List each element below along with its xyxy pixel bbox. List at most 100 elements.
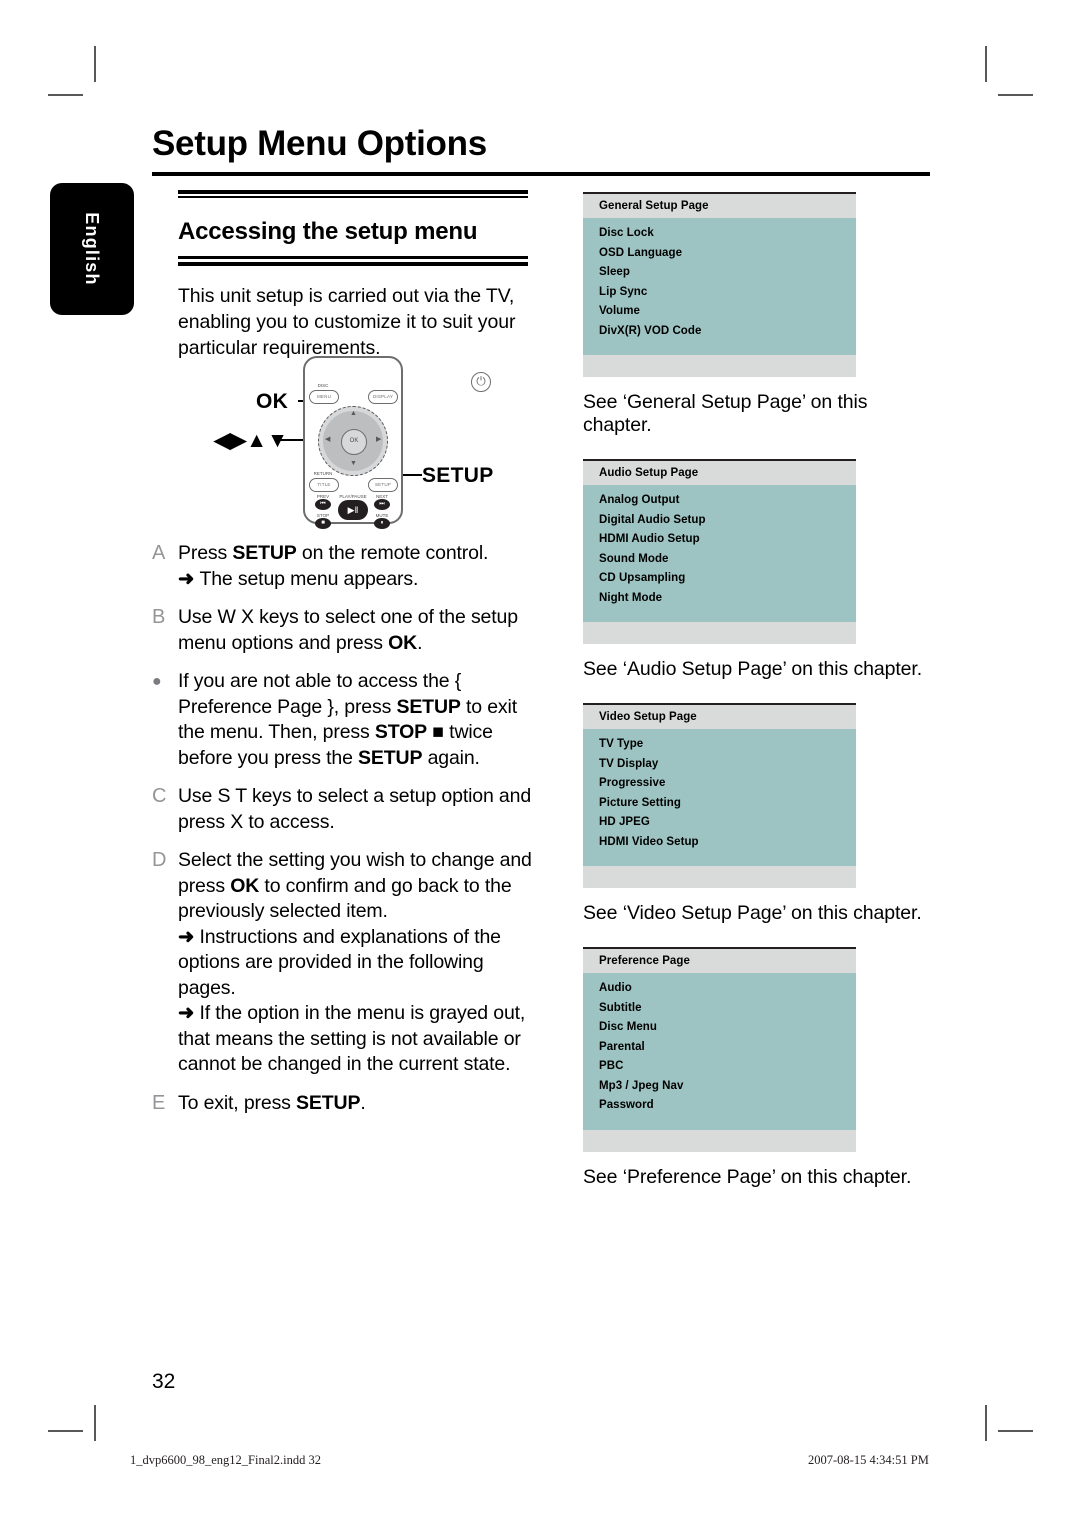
section-heading-rule-bottom [178, 256, 528, 266]
step-marker: B [152, 606, 166, 628]
instruction-step: C Use S T keys to select a setup option a… [152, 784, 532, 835]
page-number: 32 [152, 1370, 176, 1393]
instruction-step: E To exit, press SETUP. [152, 1091, 532, 1117]
instruction-steps: A Press SETUP on the remote control. ➜ The… [152, 541, 532, 1129]
setup-option-list: TV Type TV Display Progressive Picture Sett… [583, 729, 856, 866]
setup-option-item[interactable]: PBC [599, 1057, 840, 1077]
setup-option-item[interactable]: Analog Output [599, 491, 840, 511]
setup-option-item[interactable]: Sleep [599, 263, 840, 283]
setup-option-list: Audio Subtitle Disc Menu Parental PBC Mp3 / J… [583, 973, 856, 1130]
step-line: Use W X keys to select one of the setup … [178, 605, 532, 656]
setup-page-panel: Video Setup Page TV Type TV Display Progres… [583, 703, 856, 888]
plain-text: Use W X keys to select one of the setup … [178, 606, 518, 654]
crop-mark-bottom-right-vertical [985, 1405, 987, 1441]
setup-option-item[interactable]: HDMI Audio Setup [599, 530, 840, 550]
plain-text: Press [178, 542, 233, 564]
setup-option-item[interactable]: OSD Language [599, 244, 840, 264]
step-line: Press SETUP on the remote control. [178, 541, 532, 567]
setup-page-title: Preference Page [583, 949, 856, 973]
crop-mark-top-right-horizontal [998, 94, 1033, 96]
setup-option-item[interactable]: Disc Lock [599, 224, 840, 244]
crop-mark-bottom-left-horizontal [48, 1430, 83, 1432]
setup-option-item[interactable]: Lip Sync [599, 283, 840, 303]
crop-mark-top-right-vertical [985, 46, 987, 82]
setup-page-caption: See ‘General Setup Page’ on this chapter… [583, 391, 868, 436]
callout-label-navigation-arrows: ◀▶▲▼ [214, 429, 288, 452]
crop-mark-top-left-horizontal [48, 94, 83, 96]
nav-down-icon: ▼ [350, 460, 357, 467]
footer-filename: 1_dvp6600_98_eng12_Final2.indd 32 [130, 1453, 321, 1467]
page-title: Setup Menu Options [152, 124, 487, 163]
plain-text: . [360, 1091, 366, 1114]
emphasis-text: SETUP [296, 1091, 361, 1114]
step-text: To exit, press SETUP. [178, 1091, 532, 1117]
step-line: Select the setting you wish to change an… [178, 848, 532, 925]
setup-option-item[interactable]: HD JPEG [599, 813, 840, 833]
setup-option-item[interactable]: DivX(R) VOD Code [599, 322, 840, 342]
setup-option-item[interactable]: Mp3 / Jpeg Nav [599, 1077, 840, 1097]
page-title-rule [152, 172, 930, 176]
setup-option-item[interactable]: Audio [599, 979, 840, 999]
plain-text: . [417, 631, 423, 654]
plain-text: Use S T keys to select a setup option an… [178, 785, 532, 833]
crop-mark-top-left-vertical [94, 46, 96, 82]
step-marker: A [152, 542, 166, 564]
step-marker: D [152, 849, 167, 871]
setup-option-item[interactable]: Sound Mode [599, 550, 840, 570]
instruction-step: B Use W X keys to select one of the setup… [152, 605, 532, 656]
intro-paragraph: This unit setup is carried out via the T… [178, 285, 516, 359]
setup-option-item[interactable]: Digital Audio Setup [599, 511, 840, 531]
step-text: If you are not able to access the { Pref… [178, 669, 532, 771]
instruction-step: D Select the setting you wish to change a… [152, 848, 532, 1078]
nav-right-icon: ▶ [376, 436, 382, 443]
step-line: If you are not able to access the { Pref… [178, 669, 532, 771]
nav-up-icon: ▲ [350, 410, 357, 417]
step-line: Use S T keys to select a setup option an… [178, 784, 532, 835]
display-button: DISPLAY [368, 390, 398, 404]
setup-option-item[interactable]: TV Display [599, 755, 840, 775]
stop-button-icon: ■ [315, 518, 331, 529]
setup-page-title: Audio Setup Page [583, 461, 856, 485]
setup-page-caption: See ‘Audio Setup Page’ on this chapter. [583, 658, 923, 680]
disc-menu-caption: DISC [317, 383, 329, 388]
setup-page-panel: Audio Setup Page Analog Output Digital Aud… [583, 459, 856, 644]
setup-option-item[interactable]: TV Type [599, 735, 840, 755]
emphasis-text: OK [388, 631, 418, 654]
setup-panel-footer [583, 355, 856, 377]
callout-label-setup: SETUP [422, 464, 494, 487]
setup-option-item[interactable]: Night Mode [599, 589, 840, 609]
step-line: To exit, press SETUP. [178, 1091, 532, 1117]
plain-text: Instructions and explanations of the opt… [178, 925, 501, 999]
setup-option-item[interactable]: Disc Menu [599, 1018, 840, 1038]
section-heading: Accessing the setup menu [178, 218, 478, 245]
setup-option-item[interactable]: Password [599, 1096, 840, 1116]
arrow-icon: ➜ [178, 925, 200, 948]
setup-page-panel: Preference Page Audio Subtitle Disc Menu Par… [583, 947, 856, 1152]
setup-page-title: General Setup Page [583, 194, 856, 218]
setup-page-block: Audio Setup Page Analog Output Digital Aud… [583, 459, 933, 681]
step-marker: C [152, 785, 167, 807]
step-text: Select the setting you wish to change an… [178, 848, 532, 1078]
power-icon: ⏻ [471, 372, 491, 392]
arrow-icon: ➜ [178, 567, 200, 590]
section-heading-rule-top [178, 190, 528, 198]
step-note: ➜ Instructions and explanations of the o… [178, 925, 532, 1002]
setup-page-block: Preference Page Audio Subtitle Disc Menu Par… [583, 947, 933, 1189]
play-pause-button-icon: ▶‖ [338, 500, 368, 520]
setup-option-item[interactable]: Subtitle [599, 999, 840, 1019]
setup-option-item[interactable]: Picture Setting [599, 794, 840, 814]
emphasis-text: SETUP [396, 695, 461, 718]
setup-page-title: Video Setup Page [583, 705, 856, 729]
setup-page-caption: See ‘Preference Page’ on this chapter. [583, 1165, 912, 1188]
title-button: TITLE [309, 478, 339, 492]
setup-option-item[interactable]: CD Upsampling [599, 569, 840, 589]
setup-option-item[interactable]: Volume [599, 302, 840, 322]
step-text: Use S T keys to select a setup option an… [178, 784, 532, 835]
step-note: ➜ The setup menu appears. [178, 567, 532, 593]
setup-option-item[interactable]: Progressive [599, 774, 840, 794]
emphasis-text: SETUP [358, 746, 423, 769]
setup-option-item[interactable]: Parental [599, 1038, 840, 1058]
step-text: Press SETUP on the remote control. ➜ The … [178, 541, 532, 592]
return-title-caption: RETURN [313, 471, 333, 476]
setup-option-item[interactable]: HDMI Video Setup [599, 833, 840, 853]
